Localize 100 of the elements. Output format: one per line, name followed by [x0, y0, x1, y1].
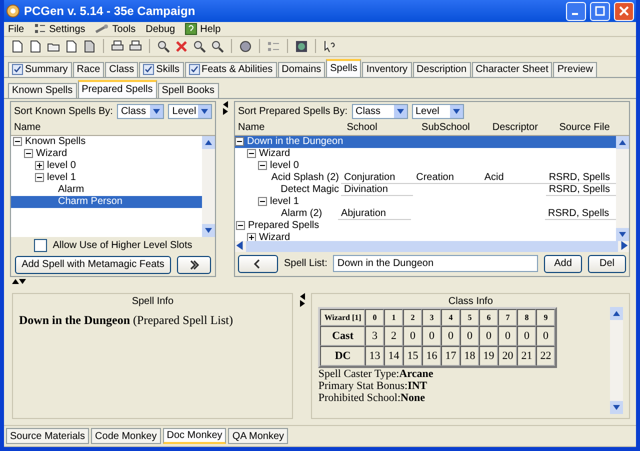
tree-item[interactable]: Acid Splash (2) [269, 172, 341, 184]
collapse-toggle[interactable] [258, 197, 267, 206]
collapse-toggle[interactable] [258, 161, 267, 170]
magnifier-icon[interactable] [210, 38, 225, 54]
tree-item[interactable]: Alarm [56, 184, 86, 196]
tree-item[interactable]: Detect Magic [278, 184, 341, 196]
tree-item[interactable]: Down in the Dungeon [245, 136, 346, 148]
scrollbar[interactable] [610, 306, 623, 414]
close-button[interactable] [614, 2, 634, 20]
collapse-toggle[interactable] [35, 173, 44, 182]
scroll-left-icon [235, 240, 244, 250]
new-document-icon[interactable] [28, 38, 43, 54]
menu-item[interactable]: Help [200, 24, 221, 35]
expand-up-icon [12, 278, 19, 285]
checkbox[interactable] [34, 238, 47, 252]
collapse-toggle[interactable] [236, 221, 245, 230]
tab[interactable]: Class [105, 62, 138, 77]
picture-icon[interactable] [294, 38, 309, 54]
help-pointer-icon[interactable] [322, 38, 337, 54]
sort-dropdown[interactable]: Level [412, 104, 464, 120]
scrollbar[interactable] [235, 240, 629, 252]
save-icon[interactable] [82, 38, 97, 54]
column-header[interactable]: Source File [556, 122, 629, 135]
menu-item[interactable]: Settings [49, 24, 86, 35]
tree-item[interactable]: level 1 [268, 196, 301, 208]
tab[interactable]: Description [412, 62, 471, 77]
tree-item[interactable]: level 1 [45, 172, 78, 184]
tab[interactable]: Inventory [362, 62, 412, 77]
magnifier-icon[interactable] [156, 38, 171, 54]
tab[interactable]: QA Monkey [228, 428, 288, 444]
table-cell: 17 [441, 346, 460, 366]
minimize-button[interactable] [566, 2, 586, 20]
table-header: Wizard [1] [320, 308, 366, 326]
spell-list-label: Spell List: [284, 258, 328, 270]
tab[interactable]: Character Sheet [472, 62, 552, 77]
table-cell: Conjuration [341, 172, 414, 184]
menu-item[interactable]: Debug [146, 24, 176, 35]
collapse-toggle[interactable] [235, 137, 244, 146]
scrollbar[interactable] [202, 136, 215, 237]
tab[interactable]: Skills [139, 62, 184, 77]
tab[interactable]: Summary [8, 62, 72, 77]
tree-item[interactable]: level 0 [268, 160, 301, 172]
tab[interactable]: Doc Monkey [162, 428, 226, 444]
column-header[interactable]: Name [11, 122, 192, 135]
new-document-icon[interactable] [10, 38, 25, 54]
tree-item[interactable]: Wizard [257, 148, 292, 160]
tab[interactable]: Spell Books [158, 82, 219, 98]
cross-icon[interactable] [174, 38, 189, 54]
back-button[interactable] [238, 254, 278, 273]
tab[interactable]: Feats & Abilities [184, 62, 277, 77]
tab[interactable]: Preview [553, 62, 597, 77]
help-icon [185, 23, 198, 36]
scroll-right-icon [620, 240, 629, 250]
tab[interactable]: Code Monkey [91, 428, 161, 444]
collapse-toggle[interactable] [13, 137, 22, 146]
menu-item[interactable]: File [8, 24, 24, 35]
collapse-left-icon [298, 292, 306, 300]
tab[interactable]: Known Spells [8, 82, 77, 98]
sort-dropdown[interactable]: Class [352, 104, 408, 120]
close-document-icon[interactable] [64, 38, 79, 54]
tree-item[interactable]: Charm Person [56, 196, 124, 208]
table-header: 4 [441, 308, 460, 326]
tree-item[interactable]: Wizard [34, 148, 70, 160]
maximize-button[interactable] [590, 2, 610, 20]
column-header[interactable]: Descriptor [489, 122, 556, 135]
tab[interactable]: Spells [326, 58, 362, 77]
tree-item[interactable]: Prepared Spells [246, 220, 322, 232]
tree-item[interactable]: Alarm (2) [279, 208, 324, 220]
info-line: Spell Caster Type:Arcane [318, 368, 434, 380]
tab[interactable]: Domains [278, 62, 326, 77]
table-header: 9 [536, 308, 556, 326]
checkbox-label: Allow Use of Higher Level Slots [52, 240, 192, 251]
magnifier-icon[interactable] [192, 38, 207, 54]
expand-toggle[interactable] [35, 161, 44, 170]
add-button[interactable] [177, 256, 212, 274]
tree-item[interactable]: Known Spells [23, 136, 88, 148]
delete-button[interactable]: Del [588, 254, 626, 273]
collapse-toggle[interactable] [247, 149, 256, 158]
menu-item[interactable]: Tools [112, 24, 136, 35]
column-header[interactable]: School [344, 122, 419, 135]
sort-dropdown[interactable]: Class [116, 104, 164, 120]
table-cell: 15 [403, 346, 422, 366]
tab[interactable]: Race [72, 62, 104, 77]
scrollbar[interactable] [616, 136, 629, 241]
tree-item[interactable]: Wizard [257, 232, 292, 241]
tree-item[interactable]: level 0 [45, 160, 78, 172]
table-cell: Acid [481, 172, 546, 184]
tab[interactable]: Prepared Spells [78, 80, 157, 98]
column-header[interactable]: SubSchool [418, 122, 490, 135]
table-header: 7 [498, 308, 518, 326]
collapse-toggle[interactable] [24, 149, 33, 158]
disc-icon[interactable] [238, 38, 253, 54]
expand-toggle[interactable] [247, 233, 256, 241]
column-header[interactable]: Name [235, 122, 344, 135]
add-button[interactable]: Add [544, 254, 582, 273]
spell-list-field[interactable]: Down in the Dungeon [333, 255, 538, 272]
sort-dropdown[interactable]: Level [168, 104, 212, 120]
metamagic-button[interactable]: Add Spell with Metamagic Feats [14, 256, 172, 274]
close-icon [619, 6, 629, 16]
tab[interactable]: Source Materials [6, 428, 90, 444]
